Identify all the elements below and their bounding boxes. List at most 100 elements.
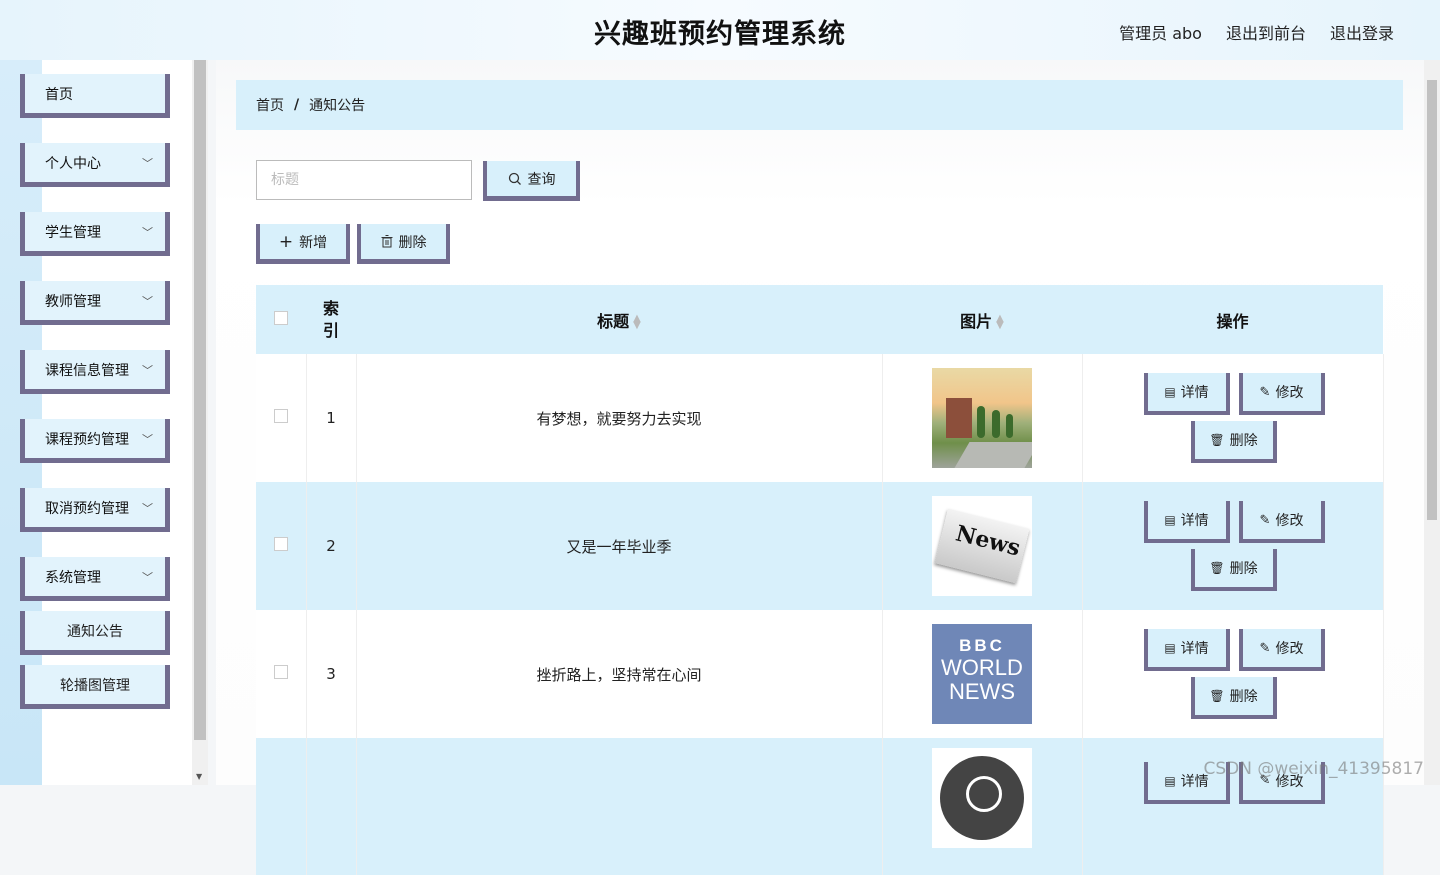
- row-actions-cell: ▤ 详情 ✎ 修改 🗑 删除: [1082, 354, 1384, 482]
- sidebar-item-students[interactable]: 学生管理 ﹀: [20, 212, 170, 256]
- search-icon: [508, 172, 521, 185]
- chevron-down-icon: ﹀: [142, 157, 153, 170]
- edit-label: 修改: [1275, 513, 1304, 529]
- breadcrumb: 首页 / 通知公告: [236, 80, 1403, 130]
- row-actions-cell: ▤ 详情 ✎ 修改 🗑 删除: [1082, 610, 1384, 738]
- sidebar-item-course-info[interactable]: 课程信息管理 ﹀: [20, 350, 170, 394]
- document-icon: ▤: [1164, 773, 1176, 788]
- sort-icon[interactable]: ▲ ▼: [996, 314, 1004, 331]
- document-icon: ▤: [1164, 385, 1176, 399]
- trash-icon: 🗑: [1209, 433, 1225, 447]
- sidebar-menu: 首页 个人中心 ﹀ 学生管理 ﹀ 教师管理 ﹀ 课程信息管理 ﹀ 课程预约管理 ﹀ 取消预…: [20, 74, 170, 719]
- detail-label: 详情: [1180, 641, 1209, 657]
- world-text: WORLD: [941, 655, 1023, 680]
- bulk-delete-button[interactable]: 删除: [357, 224, 450, 264]
- watermark: CSDN @weixin_41395817: [1203, 759, 1424, 779]
- select-all-checkbox[interactable]: [274, 311, 288, 325]
- image-header[interactable]: 图片 ▲ ▼: [882, 285, 1082, 354]
- sidebar-item-cancel-booking[interactable]: 取消预约管理 ﹀: [20, 488, 170, 532]
- sidebar-subitem-label: 通知公告: [67, 623, 123, 640]
- delete-label: 删除: [1229, 689, 1258, 705]
- sidebar-item-label: 课程预约管理: [45, 431, 129, 448]
- document-icon: ▤: [1164, 641, 1176, 655]
- row-select-cell: [256, 610, 307, 738]
- trash-icon: [381, 235, 392, 248]
- sidebar-scrollbar[interactable]: ▼: [192, 60, 208, 785]
- delete-button[interactable]: 🗑 删除: [1190, 677, 1277, 719]
- detail-button[interactable]: ▤ 详情: [1143, 629, 1230, 671]
- logout-link[interactable]: 退出登录: [1330, 20, 1394, 44]
- actions-header-label: 操作: [1216, 311, 1249, 331]
- row-select-cell: [256, 354, 307, 482]
- delete-button[interactable]: 🗑 删除: [1190, 421, 1277, 463]
- row-select-cell: [256, 738, 307, 875]
- newspaper-thumbnail: News: [932, 496, 1032, 596]
- row-actions: ▤ 详情 ✎ 修改 🗑 删除: [1084, 355, 1384, 481]
- sidebar-item-label: 首页: [45, 86, 73, 103]
- detail-button[interactable]: ▤ 详情: [1143, 373, 1230, 415]
- row-image-cell: [882, 354, 1083, 482]
- add-button[interactable]: + 新增: [256, 224, 350, 264]
- sidebar-item-label: 教师管理: [45, 293, 101, 310]
- sidebar-item-label: 取消预约管理: [45, 500, 129, 517]
- scrollbar-thumb[interactable]: [1427, 80, 1437, 520]
- exit-to-frontend-link[interactable]: 退出到前台: [1226, 20, 1306, 44]
- chevron-down-icon: ﹀: [142, 502, 153, 515]
- row-checkbox[interactable]: [273, 409, 288, 423]
- globe-thumbnail: [932, 748, 1032, 848]
- sidebar-subitem-notices[interactable]: 通知公告: [20, 611, 170, 655]
- row-index: 3: [306, 610, 357, 738]
- bbc-logo-text: BBC: [959, 636, 1005, 655]
- sidebar-item-course-booking[interactable]: 课程预约管理 ﹀: [20, 419, 170, 463]
- detail-label: 详情: [1180, 513, 1209, 529]
- search-button[interactable]: 查询: [483, 161, 580, 201]
- chevron-down-icon: ﹀: [142, 295, 153, 308]
- delete-button[interactable]: 🗑 删除: [1190, 549, 1277, 591]
- sort-icon[interactable]: ▲ ▼: [633, 314, 641, 331]
- admin-user-link[interactable]: 管理员 abo: [1119, 20, 1202, 44]
- edit-label: 修改: [1275, 385, 1304, 401]
- trash-icon: 🗑: [1209, 561, 1225, 575]
- trash-icon: 🗑: [1209, 689, 1225, 703]
- edit-button[interactable]: ✎ 修改: [1238, 629, 1325, 671]
- title-search-input[interactable]: [256, 160, 472, 200]
- main-scrollbar[interactable]: [1424, 60, 1440, 785]
- row-title: 又是一年毕业季: [356, 482, 883, 610]
- detail-button[interactable]: ▤ 详情: [1143, 501, 1230, 543]
- scrollbar-thumb[interactable]: [194, 60, 206, 740]
- top-header: 兴趣班预约管理系统 管理员 abo 退出到前台 退出登录: [0, 0, 1440, 60]
- row-image-cell: [882, 738, 1083, 875]
- sidebar-item-home[interactable]: 首页: [20, 74, 170, 118]
- scroll-down-arrow-icon[interactable]: ▼: [196, 772, 202, 781]
- main-content: 首页 / 通知公告 查询 + 新增 删除 索引 标题▲▼ 图片▲▼ 操作: [216, 60, 1424, 875]
- row-checkbox[interactable]: [273, 537, 288, 551]
- edit-button[interactable]: ✎ 修改: [1238, 501, 1325, 543]
- plus-icon: +: [278, 231, 294, 252]
- pencil-icon: ✎: [1259, 512, 1271, 528]
- table-row: 1 有梦想，就要努力去实现 ▤ 详情 ✎ 修改 🗑 删除: [256, 354, 1384, 482]
- title-header[interactable]: 标题 ▲ ▼: [356, 285, 882, 354]
- actions-header: 操作: [1082, 285, 1383, 354]
- row-title: 挫折路上，坚持常在心间: [356, 610, 883, 738]
- chevron-down-icon: ﹀: [142, 433, 153, 446]
- globe-icon: [966, 776, 1002, 812]
- detail-label: 详情: [1180, 385, 1209, 401]
- bbc-world-news-thumbnail: BBC WORLD NEWS: [932, 624, 1032, 724]
- edit-button[interactable]: ✎ 修改: [1238, 373, 1325, 415]
- sidebar-subitem-carousel[interactable]: 轮播图管理: [20, 665, 170, 709]
- sidebar-item-personal-center[interactable]: 个人中心 ﹀: [20, 143, 170, 187]
- row-image-cell: BBC WORLD NEWS: [882, 610, 1083, 738]
- row-image-cell: News: [882, 482, 1083, 610]
- row-checkbox[interactable]: [273, 665, 288, 679]
- breadcrumb-separator: /: [294, 97, 300, 113]
- sidebar-item-label: 个人中心: [45, 155, 101, 172]
- row-actions: ▤ 详情 ✎ 修改 🗑 删除: [1084, 611, 1384, 737]
- sidebar-item-system[interactable]: 系统管理 ﹀: [20, 557, 170, 601]
- pencil-icon: ✎: [1259, 384, 1271, 400]
- breadcrumb-home[interactable]: 首页: [256, 95, 284, 115]
- sidebar-item-teachers[interactable]: 教师管理 ﹀: [20, 281, 170, 325]
- table-row: 2 又是一年毕业季 News ▤ 详情 ✎ 修改 🗑 删除: [256, 482, 1384, 610]
- chevron-down-icon: ﹀: [142, 571, 153, 584]
- sidebar: 首页 个人中心 ﹀ 学生管理 ﹀ 教师管理 ﹀ 课程信息管理 ﹀ 课程预约管理 ﹀ 取消预…: [0, 60, 208, 785]
- table-row: 3 挫折路上，坚持常在心间 BBC WORLD NEWS ▤ 详情 ✎ 修改 🗑 删除: [256, 610, 1384, 738]
